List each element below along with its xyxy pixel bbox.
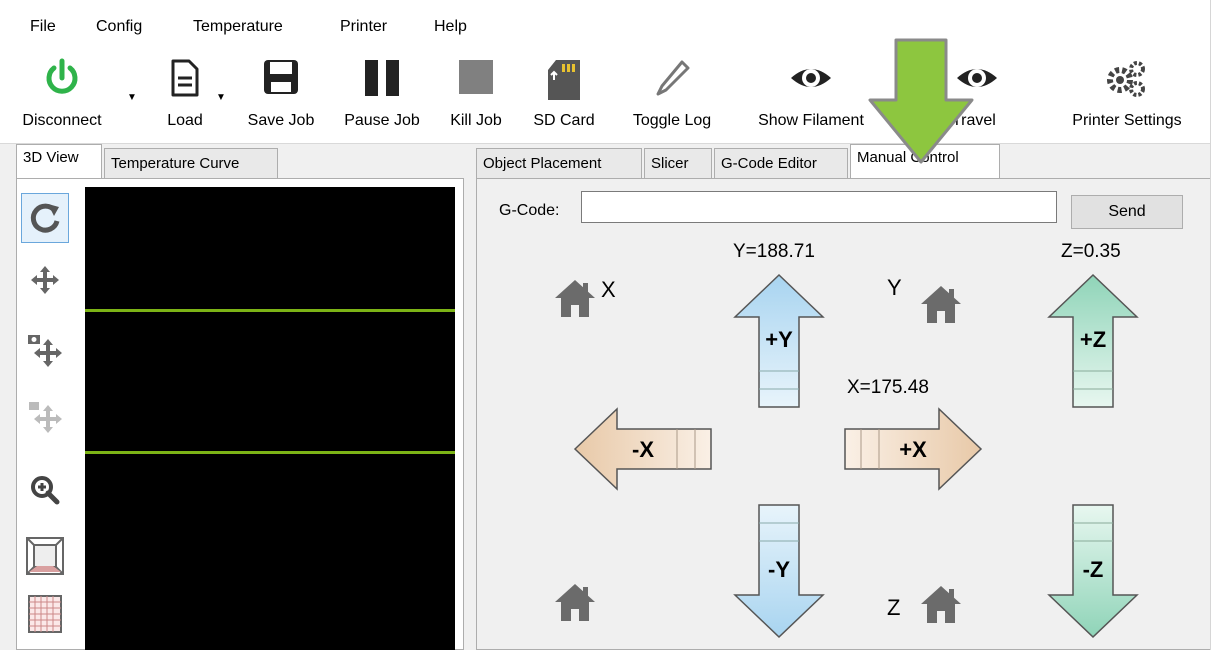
printer-settings-button[interactable]: Printer Settings <box>1050 44 1204 144</box>
move-icon <box>31 266 59 294</box>
disconnect-button[interactable]: Disconnect <box>8 44 116 144</box>
home-x-button[interactable]: X <box>553 277 616 326</box>
top-view-button[interactable] <box>21 589 69 639</box>
view-tools <box>21 185 81 650</box>
menu-bar: File Config Temperature Printer Help <box>0 0 1210 44</box>
tab-object-placement[interactable]: Object Placement <box>476 148 642 178</box>
eye-icon <box>791 69 831 87</box>
camera-move-icon <box>28 335 62 367</box>
save-job-label: Save Job <box>247 112 315 129</box>
send-button[interactable]: Send <box>1071 195 1183 229</box>
plus-x-button[interactable]: +X <box>843 407 983 491</box>
3d-viewport[interactable] <box>85 187 455 650</box>
toggle-log-button[interactable]: Toggle Log <box>618 44 726 144</box>
plus-z-button[interactable]: +Z <box>1047 273 1139 409</box>
stop-icon <box>459 60 493 94</box>
zoom-tool[interactable] <box>21 465 69 515</box>
pause-job-button[interactable]: Pause Job <box>336 44 428 144</box>
home-x-label: X <box>601 277 616 302</box>
y-position-readout: Y=188.71 <box>733 241 815 262</box>
home-icon <box>555 584 595 621</box>
show-filament-button[interactable]: Show Filament <box>738 44 884 144</box>
toolbar: Disconnect ▼ Load ▼ Save Job Pause Job K… <box>0 44 1210 144</box>
kill-job-label: Kill Job <box>450 112 502 129</box>
home-all-button[interactable] <box>553 581 597 630</box>
app-window: File Config Temperature Printer Help Dis… <box>0 0 1211 650</box>
pause-job-label: Pause Job <box>344 112 420 129</box>
minus-y-button[interactable]: -Y <box>733 503 825 639</box>
save-job-button[interactable]: Save Job <box>236 44 326 144</box>
home-icon <box>921 586 961 623</box>
highlight-arrow-icon <box>868 38 974 164</box>
sd-card-label: SD Card <box>533 112 595 129</box>
x-position-readout: X=175.48 <box>847 377 929 398</box>
document-icon <box>171 59 199 97</box>
plus-x-label: +X <box>899 437 927 462</box>
load-button[interactable]: Load <box>150 44 220 144</box>
gears-icon <box>1107 61 1145 97</box>
zoom-icon <box>31 476 60 505</box>
front-view-button[interactable] <box>21 531 69 581</box>
tab-3d-view[interactable]: 3D View <box>16 144 102 178</box>
disconnect-dropdown-icon[interactable]: ▼ <box>127 92 137 103</box>
tab-temperature-curve[interactable]: Temperature Curve <box>104 148 278 178</box>
sd-card-button[interactable]: SD Card <box>522 44 606 144</box>
pencil-icon <box>656 60 690 96</box>
minus-x-label: -X <box>632 437 654 462</box>
toggle-log-label: Toggle Log <box>632 112 712 129</box>
object-move-icon <box>29 402 62 433</box>
3d-view-panel <box>16 178 464 650</box>
move-object-tool[interactable] <box>21 391 69 441</box>
disconnect-label: Disconnect <box>22 112 102 129</box>
pause-icon <box>365 60 399 96</box>
tab-slicer[interactable]: Slicer <box>644 148 712 178</box>
manual-control-panel: G-Code: Send Y=188.71 Z=0.35 X=175.48 X … <box>476 178 1210 650</box>
menu-temperature[interactable]: Temperature <box>193 18 283 36</box>
box-view-icon <box>26 537 64 575</box>
show-filament-label: Show Filament <box>758 112 864 129</box>
load-dropdown-icon[interactable]: ▼ <box>216 92 226 103</box>
printer-settings-label: Printer Settings <box>1072 112 1182 129</box>
minus-z-button[interactable]: -Z <box>1047 503 1139 639</box>
plus-z-label: +Z <box>1080 327 1106 352</box>
print-bed-line <box>85 309 455 312</box>
grid-view-icon <box>28 595 62 633</box>
rotate-tool[interactable] <box>21 193 69 243</box>
home-icon <box>921 286 961 323</box>
plus-y-label: +Y <box>765 327 793 352</box>
gcode-label: G-Code: <box>499 202 560 219</box>
power-icon <box>46 58 78 94</box>
menu-printer[interactable]: Printer <box>340 18 387 36</box>
kill-job-button[interactable]: Kill Job <box>438 44 514 144</box>
minus-z-label: -Z <box>1083 557 1104 582</box>
plus-y-button[interactable]: +Y <box>733 273 825 409</box>
tab-gcode-editor[interactable]: G-Code Editor <box>714 148 848 178</box>
home-z-label: Z <box>887 595 901 620</box>
menu-config[interactable]: Config <box>96 18 142 36</box>
minus-x-button[interactable]: -X <box>573 407 713 491</box>
load-label: Load <box>167 112 203 129</box>
floppy-icon <box>264 60 298 94</box>
menu-file[interactable]: File <box>30 18 56 36</box>
sd-card-icon <box>548 60 580 100</box>
home-y-label: Y <box>887 275 902 300</box>
minus-y-label: -Y <box>768 557 790 582</box>
move-camera-tool[interactable] <box>21 325 69 375</box>
menu-help[interactable]: Help <box>434 18 467 36</box>
gcode-input[interactable] <box>581 191 1057 223</box>
print-bed-line <box>85 451 455 454</box>
rotate-icon <box>30 203 60 233</box>
home-icon <box>555 280 595 317</box>
z-position-readout: Z=0.35 <box>1061 241 1121 262</box>
move-tool[interactable] <box>21 255 69 305</box>
